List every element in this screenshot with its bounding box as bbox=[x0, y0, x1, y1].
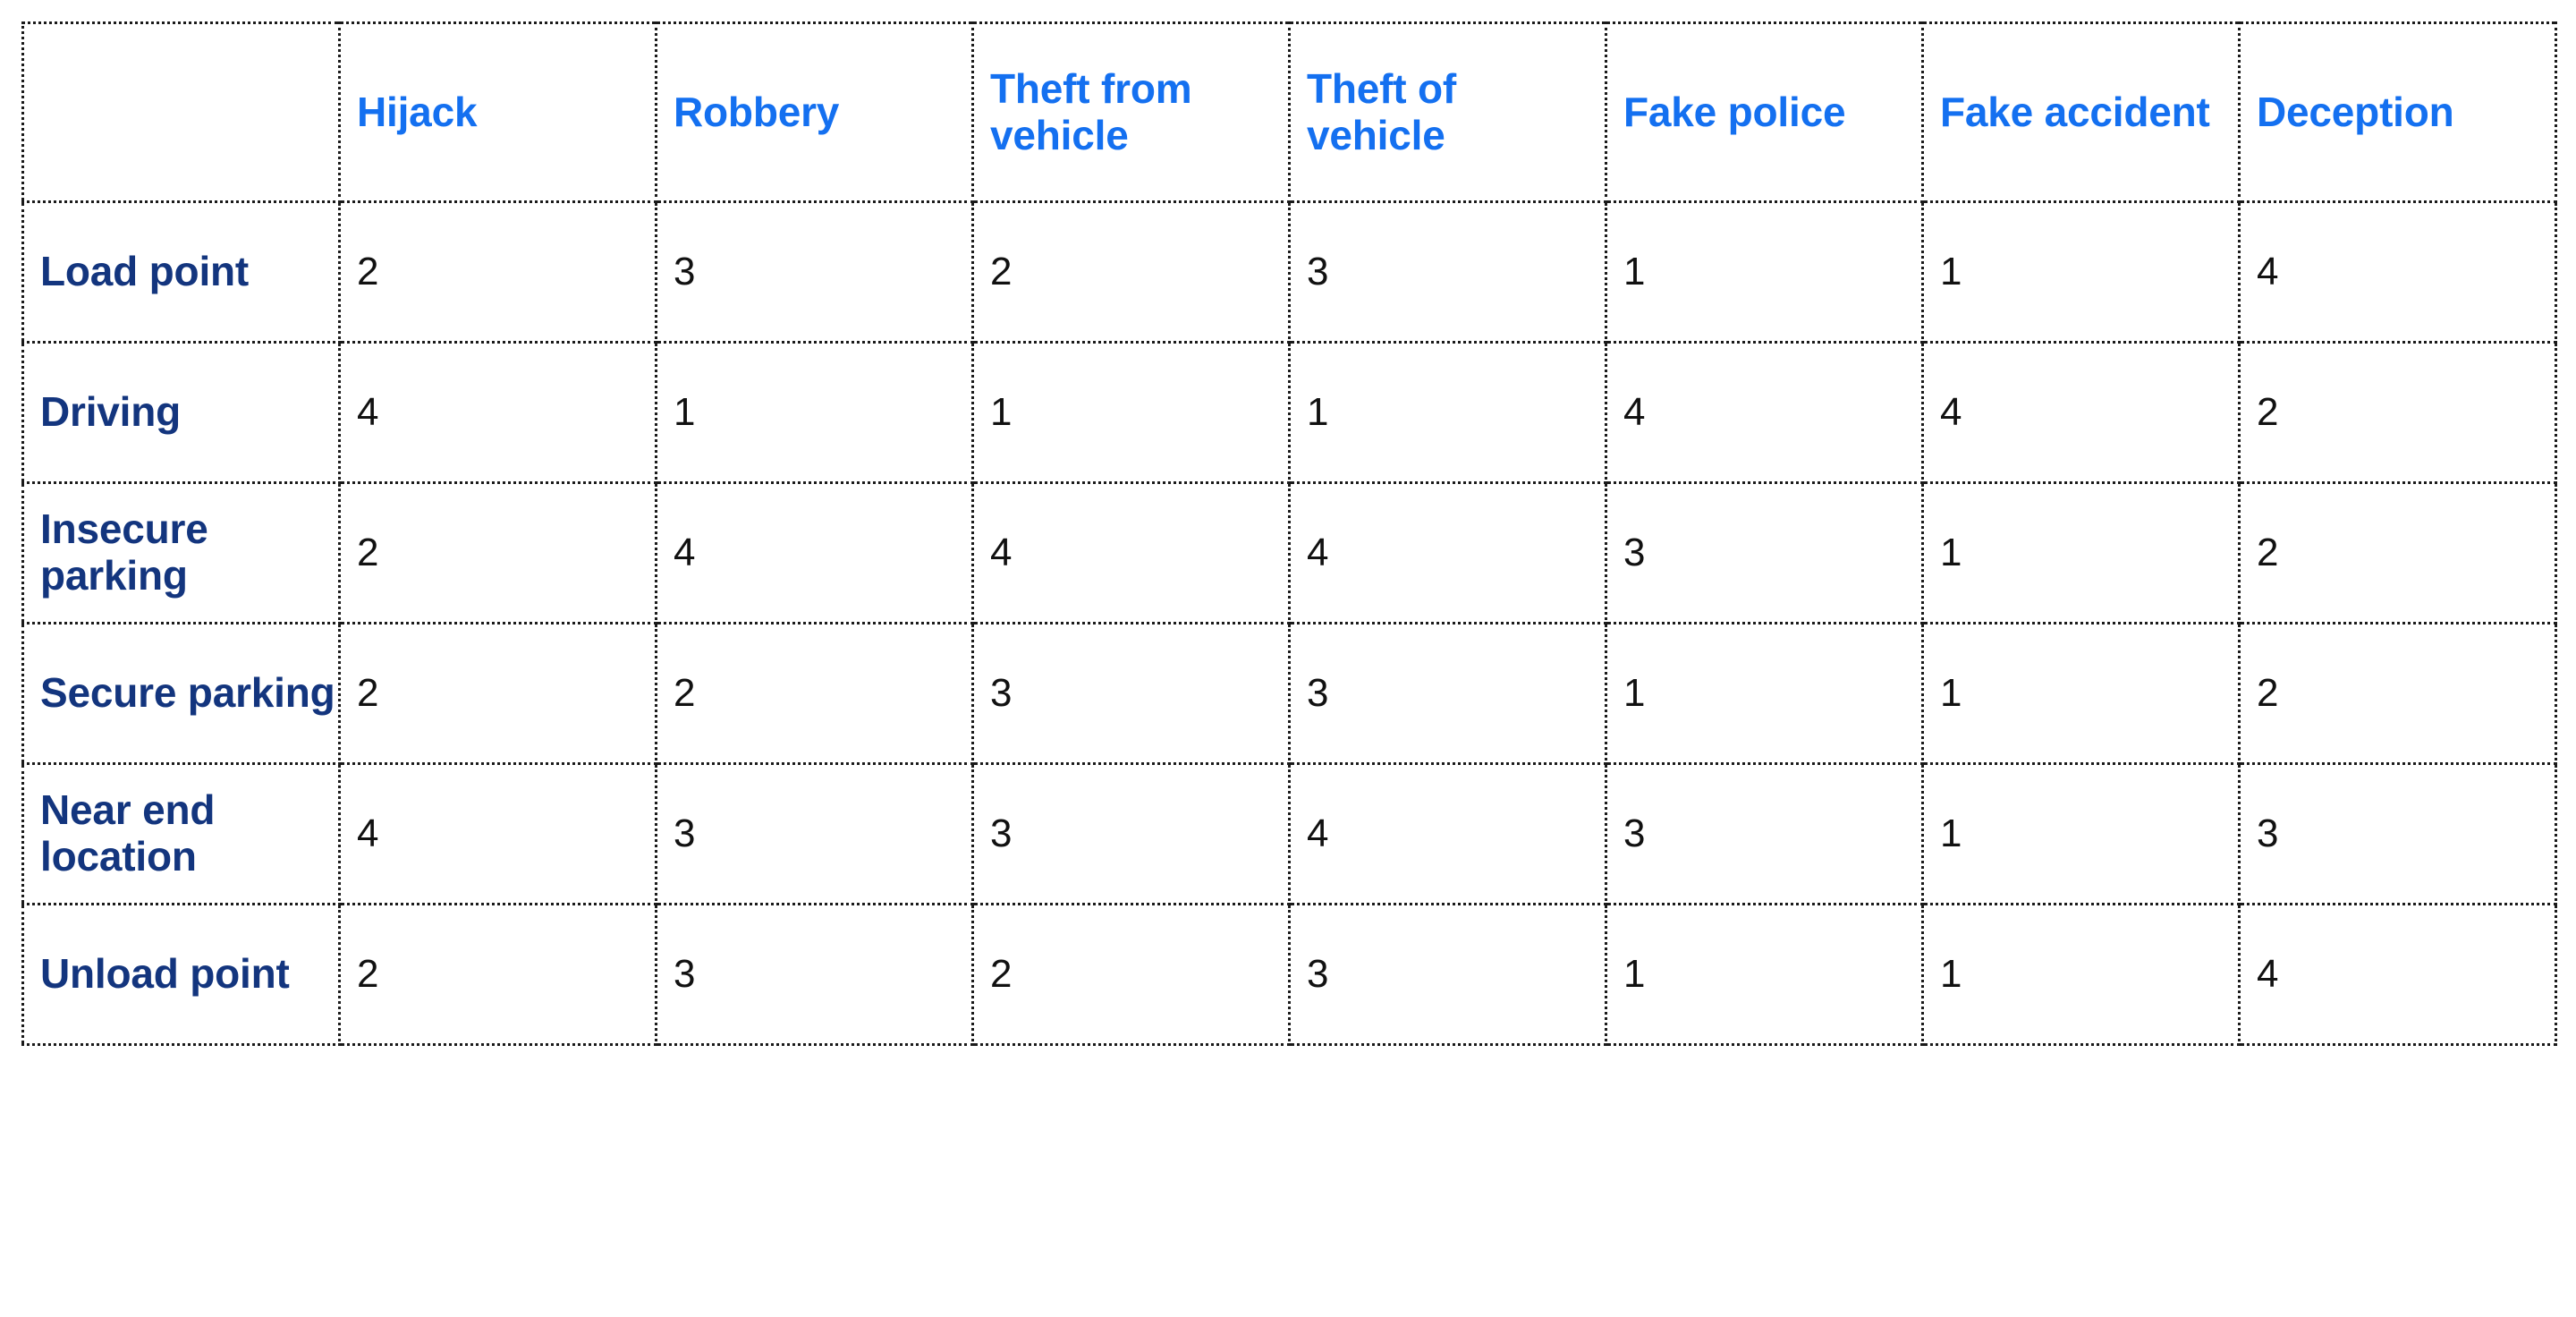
column-header-theft-of-vehicle: Theft of vehicle bbox=[1289, 22, 1607, 203]
score-cell: 2 bbox=[2239, 482, 2557, 625]
score-cell: 1 bbox=[1922, 623, 2241, 765]
column-header-deception: Deception bbox=[2239, 22, 2557, 203]
score-cell: 2 bbox=[339, 904, 657, 1046]
score-cell: 4 bbox=[2239, 201, 2557, 344]
score-cell: 3 bbox=[656, 904, 974, 1046]
table-row: Secure parking 2 2 3 3 1 1 2 bbox=[22, 623, 2557, 765]
score-cell: 1 bbox=[1922, 201, 2241, 344]
row-header-driving: Driving bbox=[22, 342, 341, 484]
score-cell: 4 bbox=[339, 763, 657, 905]
table-body: Load point 2 3 2 3 1 1 4 Driving 4 1 1 1… bbox=[22, 201, 2557, 1046]
score-cell: 3 bbox=[1606, 763, 1924, 905]
row-header-insecure-parking: Insecure parking bbox=[22, 482, 341, 625]
score-cell: 3 bbox=[1289, 904, 1607, 1046]
score-cell: 1 bbox=[656, 342, 974, 484]
score-cell: 4 bbox=[656, 482, 974, 625]
score-cell: 1 bbox=[972, 342, 1291, 484]
score-cell: 2 bbox=[339, 623, 657, 765]
column-header-hijack: Hijack bbox=[339, 22, 657, 203]
column-header-robbery: Robbery bbox=[656, 22, 974, 203]
table-header: Hijack Robbery Theft from vehicle Theft … bbox=[22, 22, 2557, 203]
column-header-theft-from-vehicle: Theft from vehicle bbox=[972, 22, 1291, 203]
table-row: Load point 2 3 2 3 1 1 4 bbox=[22, 201, 2557, 344]
score-cell: 3 bbox=[656, 201, 974, 344]
table-header-row: Hijack Robbery Theft from vehicle Theft … bbox=[22, 22, 2557, 203]
row-header-load-point: Load point bbox=[22, 201, 341, 344]
column-header-fake-police: Fake police bbox=[1606, 22, 1924, 203]
score-cell: 1 bbox=[1922, 763, 2241, 905]
table-row: Unload point 2 3 2 3 1 1 4 bbox=[22, 904, 2557, 1046]
score-cell: 2 bbox=[2239, 342, 2557, 484]
table-corner-cell bbox=[22, 22, 341, 203]
score-cell: 4 bbox=[1606, 342, 1924, 484]
score-cell: 3 bbox=[1289, 623, 1607, 765]
score-cell: 1 bbox=[1606, 201, 1924, 344]
score-cell: 3 bbox=[1606, 482, 1924, 625]
score-cell: 4 bbox=[1922, 342, 2241, 484]
score-cell: 3 bbox=[972, 763, 1291, 905]
score-cell: 4 bbox=[1289, 763, 1607, 905]
risk-matrix-table: Hijack Robbery Theft from vehicle Theft … bbox=[21, 21, 2557, 1046]
table-row: Insecure parking 2 4 4 4 3 1 2 bbox=[22, 482, 2557, 625]
row-header-secure-parking: Secure parking bbox=[22, 623, 341, 765]
score-cell: 1 bbox=[1922, 904, 2241, 1046]
score-cell: 3 bbox=[2239, 763, 2557, 905]
score-cell: 2 bbox=[339, 482, 657, 625]
score-cell: 3 bbox=[972, 623, 1291, 765]
score-cell: 1 bbox=[1289, 342, 1607, 484]
score-cell: 1 bbox=[1922, 482, 2241, 625]
table-row: Driving 4 1 1 1 4 4 2 bbox=[22, 342, 2557, 484]
table-row: Near end location 4 3 3 4 3 1 3 bbox=[22, 763, 2557, 905]
score-cell: 3 bbox=[1289, 201, 1607, 344]
score-cell: 4 bbox=[339, 342, 657, 484]
score-cell: 3 bbox=[656, 763, 974, 905]
score-cell: 4 bbox=[2239, 904, 2557, 1046]
score-cell: 2 bbox=[972, 201, 1291, 344]
score-cell: 4 bbox=[1289, 482, 1607, 625]
score-cell: 1 bbox=[1606, 623, 1924, 765]
column-header-fake-accident: Fake accident bbox=[1922, 22, 2241, 203]
row-header-unload-point: Unload point bbox=[22, 904, 341, 1046]
score-cell: 1 bbox=[1606, 904, 1924, 1046]
score-cell: 2 bbox=[339, 201, 657, 344]
score-cell: 4 bbox=[972, 482, 1291, 625]
score-cell: 2 bbox=[656, 623, 974, 765]
score-cell: 2 bbox=[2239, 623, 2557, 765]
row-header-near-end-location: Near end location bbox=[22, 763, 341, 905]
score-cell: 2 bbox=[972, 904, 1291, 1046]
risk-matrix-container: Hijack Robbery Theft from vehicle Theft … bbox=[21, 21, 2557, 1046]
